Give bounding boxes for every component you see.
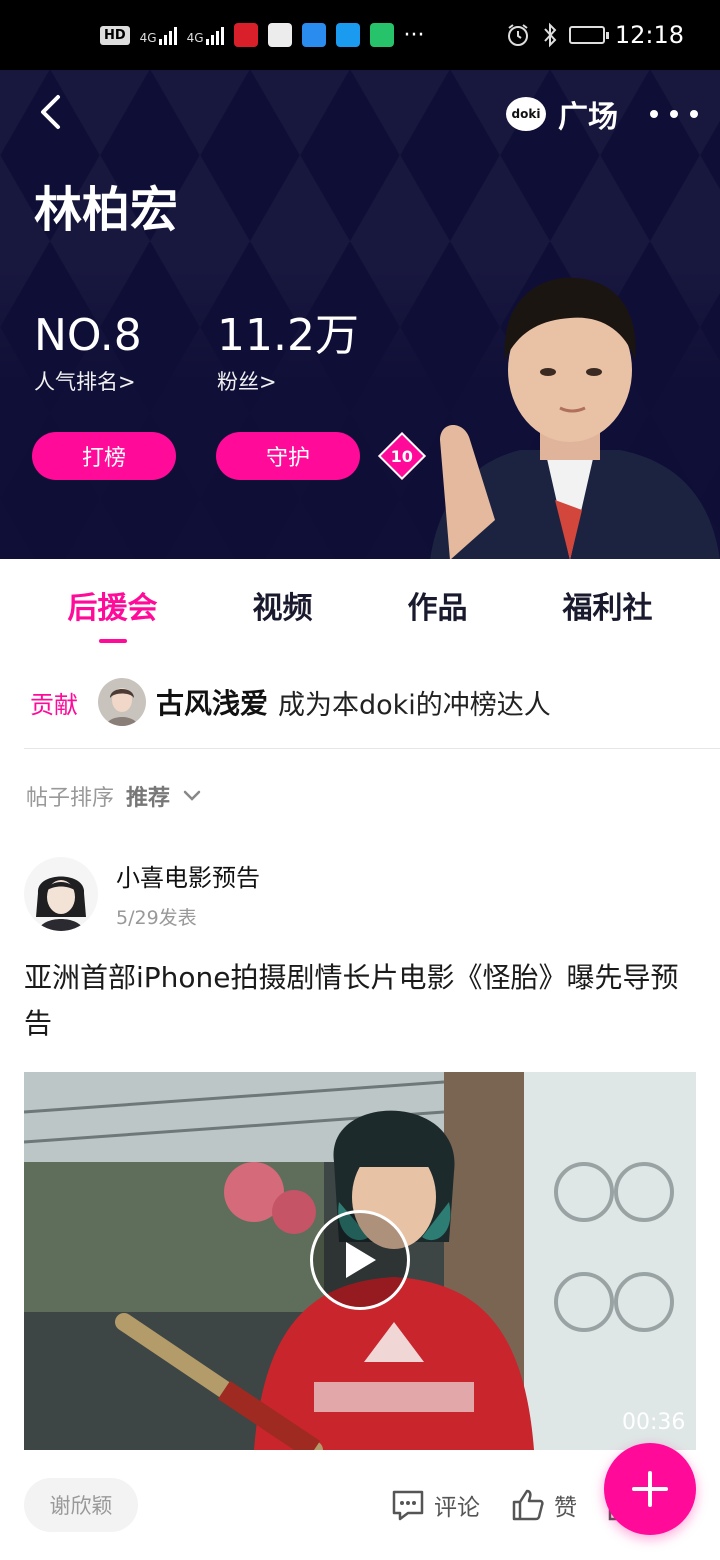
thumbs-up-icon xyxy=(512,1489,544,1521)
contribution-label: 贡献 xyxy=(30,690,78,719)
tab-label: 作品 xyxy=(407,591,468,626)
popularity-rank[interactable]: NO.8 人气排名> xyxy=(34,310,142,396)
star-portrait xyxy=(430,277,720,559)
hd-icon: HD xyxy=(100,25,130,45)
more-dot-icon xyxy=(670,110,678,118)
comment-icon xyxy=(392,1490,424,1521)
author-name[interactable]: 小喜电影预告 xyxy=(116,858,260,893)
status-right: 12:18 xyxy=(505,21,684,49)
bluetooth-icon xyxy=(544,22,557,48)
tab-bar: 后援会 视频 作品 福利社 xyxy=(0,559,720,651)
facebook-app-icon xyxy=(267,23,292,47)
post-header[interactable]: 小喜电影预告 5/29发表 xyxy=(24,856,260,932)
create-post-button[interactable] xyxy=(604,1443,696,1535)
alarm-icon xyxy=(507,24,528,46)
tab-works[interactable]: 作品 xyxy=(398,559,478,651)
rank-label: 人气排名> xyxy=(34,370,136,394)
battery-icon xyxy=(568,26,609,44)
like-label: 赞 xyxy=(554,1495,577,1521)
more-dot-icon xyxy=(690,110,698,118)
tab-label: 视频 xyxy=(252,591,313,626)
author-avatar[interactable] xyxy=(24,857,98,931)
tab-welfare[interactable]: 福利社 xyxy=(553,559,663,651)
netease-app-icon xyxy=(233,23,258,47)
screen: HD 4G 4G ··· 12:18 doki 广场 林柏宏 NO.8 人气排名… xyxy=(0,0,720,1560)
post-sort[interactable]: 帖子排序 推荐 xyxy=(26,776,202,816)
contribution-row[interactable]: 贡献 古风浅爱 成为本doki的冲榜达人 xyxy=(0,655,720,749)
fans-value: 11.2万 xyxy=(217,310,359,361)
tab-videos[interactable]: 视频 xyxy=(243,559,323,651)
signal-icon: 4G xyxy=(140,25,177,45)
divider xyxy=(24,748,720,749)
plus-icon xyxy=(632,1471,668,1507)
guard-button[interactable]: 守护 xyxy=(216,432,360,480)
like-button[interactable]: 赞 xyxy=(510,1482,577,1528)
contribution-text: 成为本doki的冲榜达人 xyxy=(278,689,551,721)
video-app-icon xyxy=(369,23,394,47)
square-label: 广场 xyxy=(558,100,618,135)
square-button[interactable]: doki 广场 xyxy=(506,92,618,136)
post-date: 5/29发表 xyxy=(116,907,197,929)
play-icon xyxy=(346,1242,376,1278)
vote-rank-button[interactable]: 打榜 xyxy=(32,432,176,480)
tab-fan-club[interactable]: 后援会 xyxy=(58,559,168,651)
sort-label: 帖子排序 xyxy=(26,786,115,811)
post-title[interactable]: 亚洲首部iPhone拍摄剧情长片电影《怪胎》曝先导预告 xyxy=(24,955,696,1047)
star-hero: doki 广场 林柏宏 NO.8 人气排名> 11.2万 粉丝> 打榜 守护 1… xyxy=(0,70,720,559)
star-name: 林柏宏 xyxy=(34,182,179,238)
doki-logo-icon: doki xyxy=(506,97,546,131)
tab-label: 后援会 xyxy=(67,591,158,626)
browser-app-icon xyxy=(335,23,360,47)
rank-value: NO.8 xyxy=(34,310,142,361)
status-bar: HD 4G 4G ··· 12:18 xyxy=(0,0,720,70)
more-button[interactable] xyxy=(650,96,698,132)
more-notifications-icon: ··· xyxy=(403,22,425,48)
sort-value: 推荐 xyxy=(126,786,171,811)
play-button[interactable] xyxy=(310,1210,410,1310)
status-left: HD 4G 4G ··· xyxy=(100,23,425,48)
chevron-left-icon xyxy=(41,95,60,129)
fans-label: 粉丝> xyxy=(217,370,277,394)
network-type-label-2: 4G xyxy=(186,31,204,45)
contributor-name: 古风浅爱 xyxy=(156,687,269,720)
comment-label: 评论 xyxy=(434,1495,480,1521)
contributor-avatar xyxy=(98,678,146,726)
bird-app-icon xyxy=(301,23,326,47)
chevron-down-icon xyxy=(183,790,201,801)
back-button[interactable] xyxy=(30,92,70,132)
video-duration: 00:36 xyxy=(622,1410,686,1435)
more-dot-icon xyxy=(650,110,658,118)
star-tag[interactable]: 谢欣颖 xyxy=(24,1478,138,1532)
network-type-label: 4G xyxy=(139,31,157,45)
level-value: 10 xyxy=(390,446,414,466)
tab-active-indicator xyxy=(98,639,127,643)
author-info: 小喜电影预告 5/29发表 xyxy=(116,858,260,930)
signal-icon-2: 4G xyxy=(187,25,224,45)
comment-button[interactable]: 评论 xyxy=(390,1482,480,1528)
tab-label: 福利社 xyxy=(562,591,653,626)
clock: 12:18 xyxy=(614,21,684,49)
fans-count[interactable]: 11.2万 粉丝> xyxy=(217,310,359,396)
